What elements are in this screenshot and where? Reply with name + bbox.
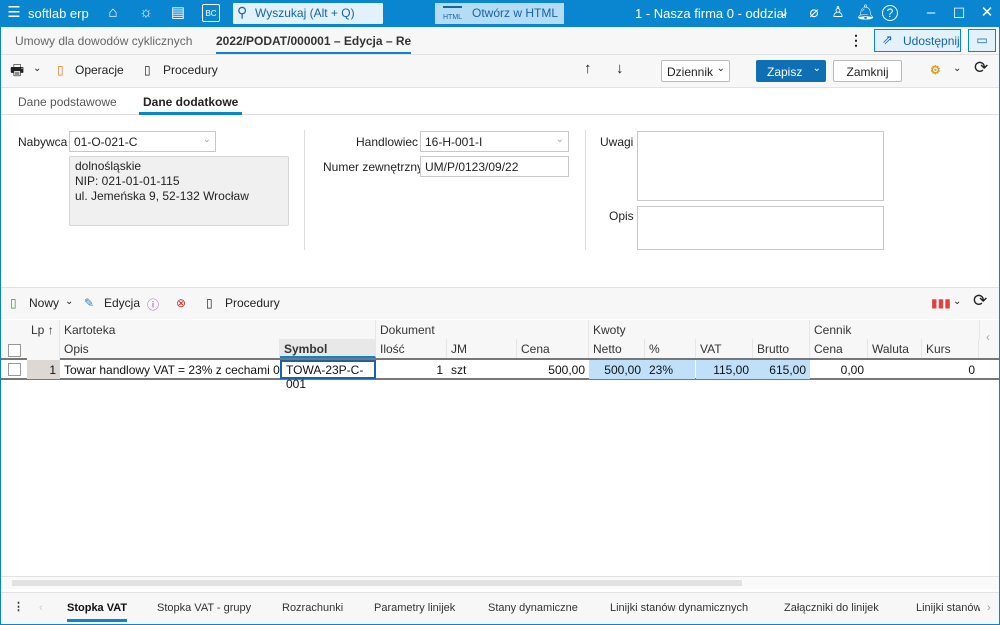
- window-border: [0, 0, 1000, 625]
